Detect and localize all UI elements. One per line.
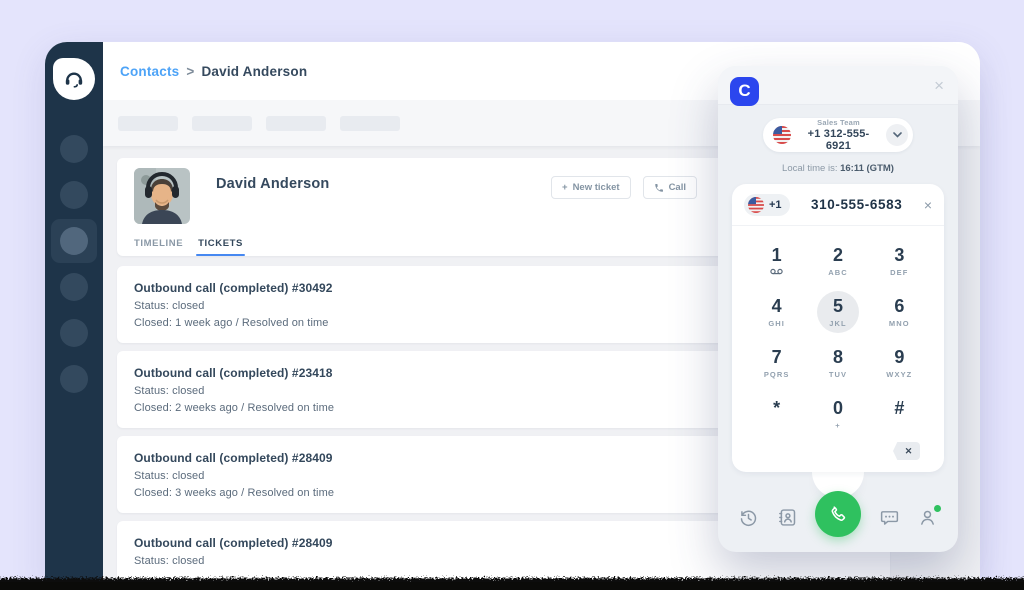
avatar bbox=[134, 168, 190, 224]
dialer-widget: C × Sales Team +1 312-555-6921 bbox=[718, 66, 958, 552]
headset-icon bbox=[62, 67, 86, 91]
phone-icon bbox=[654, 183, 664, 193]
clear-number-icon[interactable]: × bbox=[924, 198, 932, 212]
online-status-dot bbox=[934, 505, 941, 512]
keypad-key-5[interactable]: 5JKL bbox=[807, 287, 868, 338]
line-number: +1 312-555-6921 bbox=[798, 128, 879, 152]
keypad-key-0[interactable]: 0+ bbox=[807, 389, 868, 440]
contacts-book-icon[interactable] bbox=[777, 507, 798, 528]
line-team-label: Sales Team bbox=[798, 118, 879, 127]
keypad-key-3[interactable]: 3DEF bbox=[869, 236, 930, 287]
breadcrumb-current: David Anderson bbox=[201, 64, 307, 79]
call-button[interactable]: Call bbox=[643, 176, 697, 199]
line-info: Sales Team +1 312-555-6921 bbox=[798, 118, 879, 152]
tab-tickets[interactable]: TICKETS bbox=[198, 232, 243, 256]
chevron-down-icon bbox=[886, 124, 908, 146]
sidebar-item-1-icon[interactable] bbox=[60, 135, 88, 163]
dial-code: +1 bbox=[769, 199, 782, 211]
start-call-button[interactable] bbox=[815, 491, 861, 537]
sidebar-item-6-icon[interactable] bbox=[60, 365, 88, 393]
history-icon[interactable] bbox=[738, 507, 759, 528]
contact-name: David Anderson bbox=[216, 176, 329, 192]
dialer-action-bar bbox=[718, 482, 958, 552]
sidebar-item-6 bbox=[51, 357, 97, 401]
number-input-row: +1 310-555-6583 × bbox=[732, 184, 944, 226]
backspace-icon[interactable]: ✕ bbox=[893, 442, 920, 460]
sidebar-item-5 bbox=[51, 311, 97, 355]
close-icon[interactable]: × bbox=[934, 77, 944, 94]
new-ticket-button[interactable]: + New ticket bbox=[551, 176, 631, 199]
keypad: 1 2ABC 3DEF 4GHI 5JKL 6MNO 7PQRS 8TUV 9W… bbox=[732, 226, 944, 440]
skeleton-bar bbox=[266, 116, 326, 131]
sidebar-item-3-active bbox=[51, 219, 97, 263]
backspace-row: ✕ bbox=[732, 440, 944, 472]
sidebar-item-1 bbox=[51, 127, 97, 171]
voicemail-icon bbox=[770, 268, 783, 277]
numpad-card: +1 310-555-6583 × 1 2ABC 3DEF 4GHI 5JKL … bbox=[732, 184, 944, 472]
skeleton-bar bbox=[192, 116, 252, 131]
keypad-key-hash[interactable]: # bbox=[869, 389, 930, 440]
sidebar-item-4-icon[interactable] bbox=[60, 273, 88, 301]
tab-timeline[interactable]: TIMELINE bbox=[134, 232, 183, 256]
keypad-key-9[interactable]: 9WXYZ bbox=[869, 338, 930, 389]
keypad-key-4[interactable]: 4GHI bbox=[746, 287, 807, 338]
skeleton-bar bbox=[340, 116, 400, 131]
sidebar-item-2 bbox=[51, 173, 97, 217]
ticket-status: Status: closed bbox=[134, 555, 873, 567]
keypad-key-7[interactable]: 7PQRS bbox=[746, 338, 807, 389]
sidebar bbox=[45, 42, 103, 590]
us-flag-icon bbox=[748, 197, 764, 213]
skeleton-bar bbox=[118, 116, 178, 131]
contact-actions: + New ticket Call bbox=[551, 176, 697, 199]
plus-icon: + bbox=[562, 182, 568, 193]
glitch-noise-band bbox=[0, 573, 1024, 590]
local-time: Local time is: 16:11 (GTM) bbox=[718, 163, 958, 174]
sidebar-item-3-icon[interactable] bbox=[60, 227, 88, 255]
us-flag-icon bbox=[773, 126, 791, 144]
sidebar-item-5-icon[interactable] bbox=[60, 319, 88, 347]
outbound-line-selector[interactable]: Sales Team +1 312-555-6921 bbox=[763, 118, 913, 152]
call-icon bbox=[828, 504, 848, 524]
app-logo bbox=[53, 58, 95, 100]
keypad-key-1[interactable]: 1 bbox=[746, 236, 807, 287]
breadcrumb-contacts-link[interactable]: Contacts bbox=[120, 64, 179, 79]
chat-icon[interactable] bbox=[879, 507, 900, 528]
keypad-key-8[interactable]: 8TUV bbox=[807, 338, 868, 389]
sidebar-item-4 bbox=[51, 265, 97, 309]
keypad-key-6[interactable]: 6MNO bbox=[869, 287, 930, 338]
dial-code-chip[interactable]: +1 bbox=[744, 194, 790, 216]
keypad-key-2[interactable]: 2ABC bbox=[807, 236, 868, 287]
sidebar-item-2-icon[interactable] bbox=[60, 181, 88, 209]
dialer-header: C × bbox=[718, 66, 958, 105]
phone-number-input[interactable]: 310-555-6583 bbox=[790, 197, 924, 212]
cloudtalk-logo: C bbox=[730, 77, 759, 106]
keypad-key-star[interactable]: * bbox=[746, 389, 807, 440]
agent-status-icon[interactable] bbox=[917, 507, 938, 528]
breadcrumb-separator: > bbox=[186, 64, 194, 79]
local-time-value: 16:11 (GTM) bbox=[840, 163, 894, 174]
